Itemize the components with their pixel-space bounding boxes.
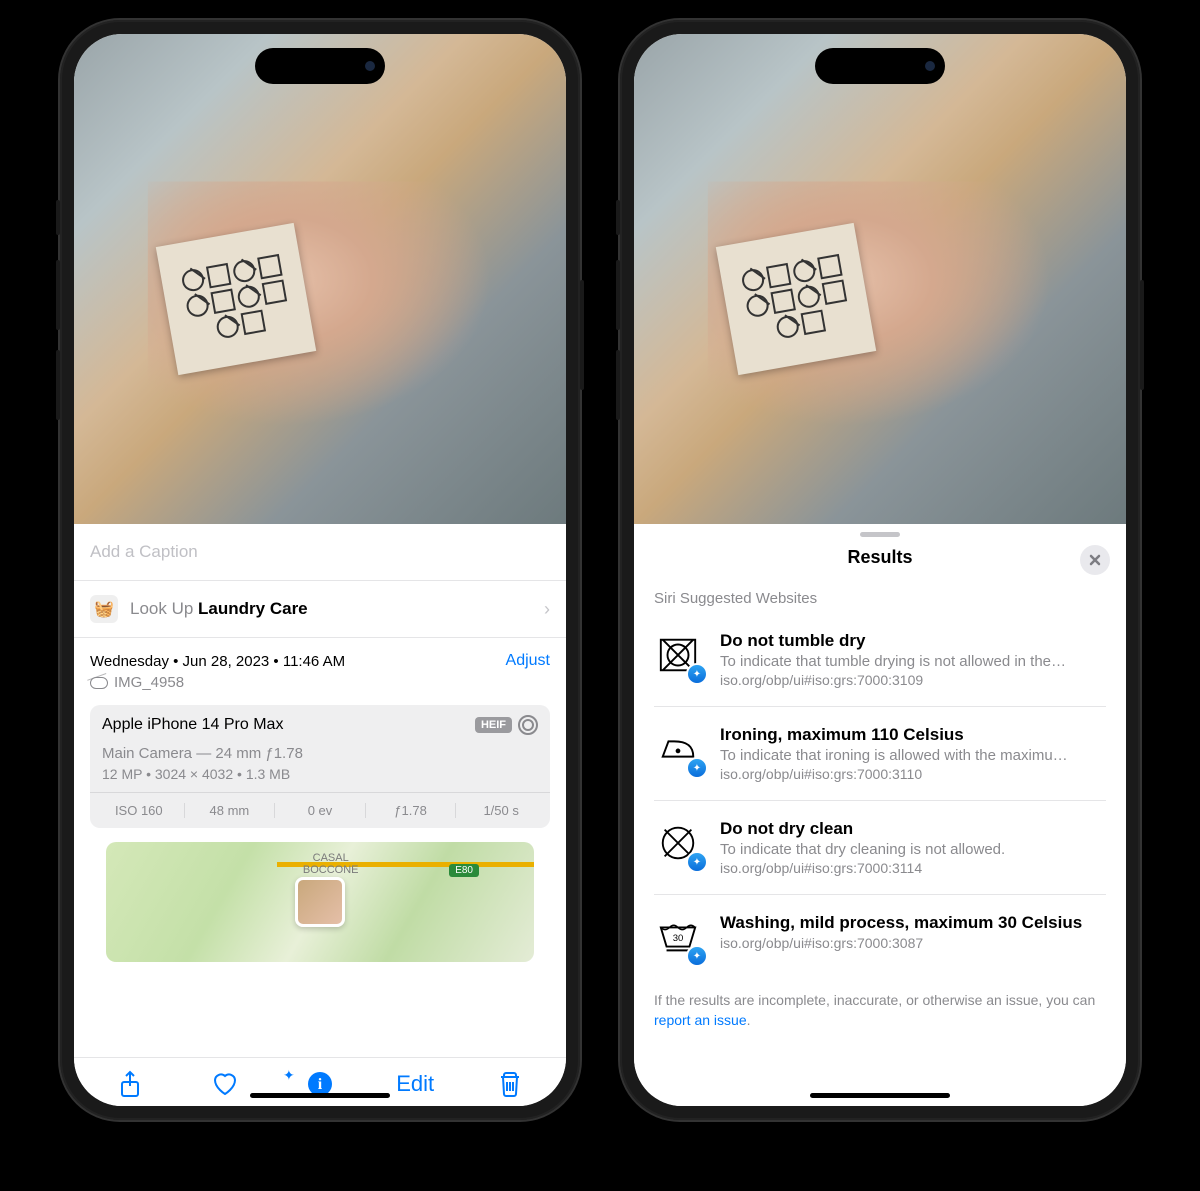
do-not-dry-clean-icon: ✦ [654, 819, 702, 867]
home-indicator[interactable] [250, 1093, 390, 1098]
result-title: Washing, mild process, maximum 30 Celsiu… [720, 913, 1106, 933]
exif-shutter: 1/50 s [456, 803, 546, 818]
result-desc: To indicate that tumble drying is not al… [720, 653, 1106, 670]
bottom-toolbar: ✦ i Edit [74, 1057, 566, 1106]
home-indicator[interactable] [810, 1093, 950, 1098]
not-synced-icon [90, 677, 108, 689]
exif-focal: 48 mm [185, 803, 276, 818]
exif-row: ISO 160 48 mm 0 ev ƒ1.78 1/50 s [90, 793, 550, 828]
share-button[interactable] [105, 1070, 155, 1098]
phone-right: Results Siri Suggested Websites ✦ Do not… [620, 20, 1140, 1120]
lookup-prefix: Look Up [130, 599, 198, 618]
photo-preview[interactable] [634, 34, 1126, 524]
photo-info-panel[interactable]: Add a Caption ✦ 🧺 Look Up Laundry Care ›… [74, 524, 566, 1057]
result-item[interactable]: ✦ Do not dry clean To indicate that dry … [654, 801, 1106, 895]
result-item[interactable]: 30 ✦ Washing, mild process, maximum 30 C… [654, 895, 1106, 979]
results-sheet[interactable]: Results Siri Suggested Websites ✦ Do not… [634, 524, 1126, 1106]
laundry-label-in-photo [156, 222, 316, 374]
dynamic-island [255, 48, 385, 84]
sparkle-icon: ✦ [283, 1067, 295, 1084]
ironing-110-icon: ✦ [654, 725, 702, 773]
result-item[interactable]: ✦ Ironing, maximum 110 Celsius To indica… [654, 707, 1106, 801]
exif-iso: ISO 160 [94, 803, 185, 818]
wash-30-mild-icon: 30 ✦ [654, 913, 702, 961]
result-title: Do not tumble dry [720, 631, 1106, 651]
result-title: Do not dry clean [720, 819, 1106, 839]
result-desc: To indicate that ironing is allowed with… [720, 747, 1106, 764]
result-desc: To indicate that dry cleaning is not all… [720, 841, 1106, 858]
close-button[interactable] [1080, 545, 1110, 575]
exif-aperture: ƒ1.78 [366, 803, 457, 818]
do-not-tumble-dry-icon: ✦ [654, 631, 702, 679]
photo-date: Wednesday • Jun 28, 2023 • 11:46 AM [90, 653, 345, 670]
lens-info: Main Camera — 24 mm ƒ1.78 [102, 745, 538, 762]
result-item[interactable]: ✦ Do not tumble dry To indicate that tum… [654, 613, 1106, 707]
map-photo-pin[interactable] [295, 877, 345, 927]
delete-button[interactable] [485, 1071, 535, 1097]
safari-icon: ✦ [686, 757, 708, 779]
device-info-card[interactable]: Apple iPhone 14 Pro Max HEIF Main Camera… [90, 705, 550, 828]
screen-right: Results Siri Suggested Websites ✦ Do not… [634, 34, 1126, 1106]
device-name: Apple iPhone 14 Pro Max [102, 716, 283, 734]
filename: IMG_4958 [114, 674, 184, 691]
photo-preview[interactable] [74, 34, 566, 524]
sheet-title: Results [634, 547, 1126, 568]
edit-button[interactable]: Edit [390, 1071, 440, 1097]
safari-icon: ✦ [686, 945, 708, 967]
format-badge: HEIF [475, 717, 512, 733]
section-header: Siri Suggested Websites [634, 584, 1126, 613]
chevron-right-icon: › [544, 599, 550, 620]
exif-ev: 0 ev [275, 803, 366, 818]
laundry-care-icon: 🧺 [90, 595, 118, 623]
location-map[interactable]: CASAL BOCCONE E80 [106, 842, 534, 962]
road-badge: E80 [449, 864, 479, 877]
svg-text:30: 30 [673, 933, 684, 944]
phone-left: Add a Caption ✦ 🧺 Look Up Laundry Care ›… [60, 20, 580, 1120]
specs-info: 12 MP • 3024 × 4032 • 1.3 MB [102, 766, 538, 782]
result-url: iso.org/obp/ui#iso:grs:7000:3110 [720, 766, 1106, 782]
lens-icon [518, 715, 538, 735]
svg-text:i: i [318, 1076, 323, 1093]
dynamic-island [815, 48, 945, 84]
caption-field[interactable]: Add a Caption [74, 524, 566, 581]
visual-lookup-row[interactable]: ✦ 🧺 Look Up Laundry Care › [74, 581, 566, 638]
sheet-grabber[interactable] [860, 532, 900, 537]
result-url: iso.org/obp/ui#iso:grs:7000:3114 [720, 860, 1106, 876]
adjust-button[interactable]: Adjust [506, 652, 550, 670]
lookup-topic: Laundry Care [198, 599, 308, 618]
result-url: iso.org/obp/ui#iso:grs:7000:3109 [720, 672, 1106, 688]
screen-left: Add a Caption ✦ 🧺 Look Up Laundry Care ›… [74, 34, 566, 1106]
result-url: iso.org/obp/ui#iso:grs:7000:3087 [720, 935, 1106, 951]
safari-icon: ✦ [686, 851, 708, 873]
safari-icon: ✦ [686, 663, 708, 685]
result-title: Ironing, maximum 110 Celsius [720, 725, 1106, 745]
favorite-button[interactable] [200, 1071, 250, 1097]
results-footer: If the results are incomplete, inaccurat… [634, 979, 1126, 1030]
report-issue-link[interactable]: report an issue [654, 1012, 747, 1028]
map-place-label: CASAL BOCCONE [303, 852, 359, 876]
laundry-label-in-photo [716, 222, 876, 374]
